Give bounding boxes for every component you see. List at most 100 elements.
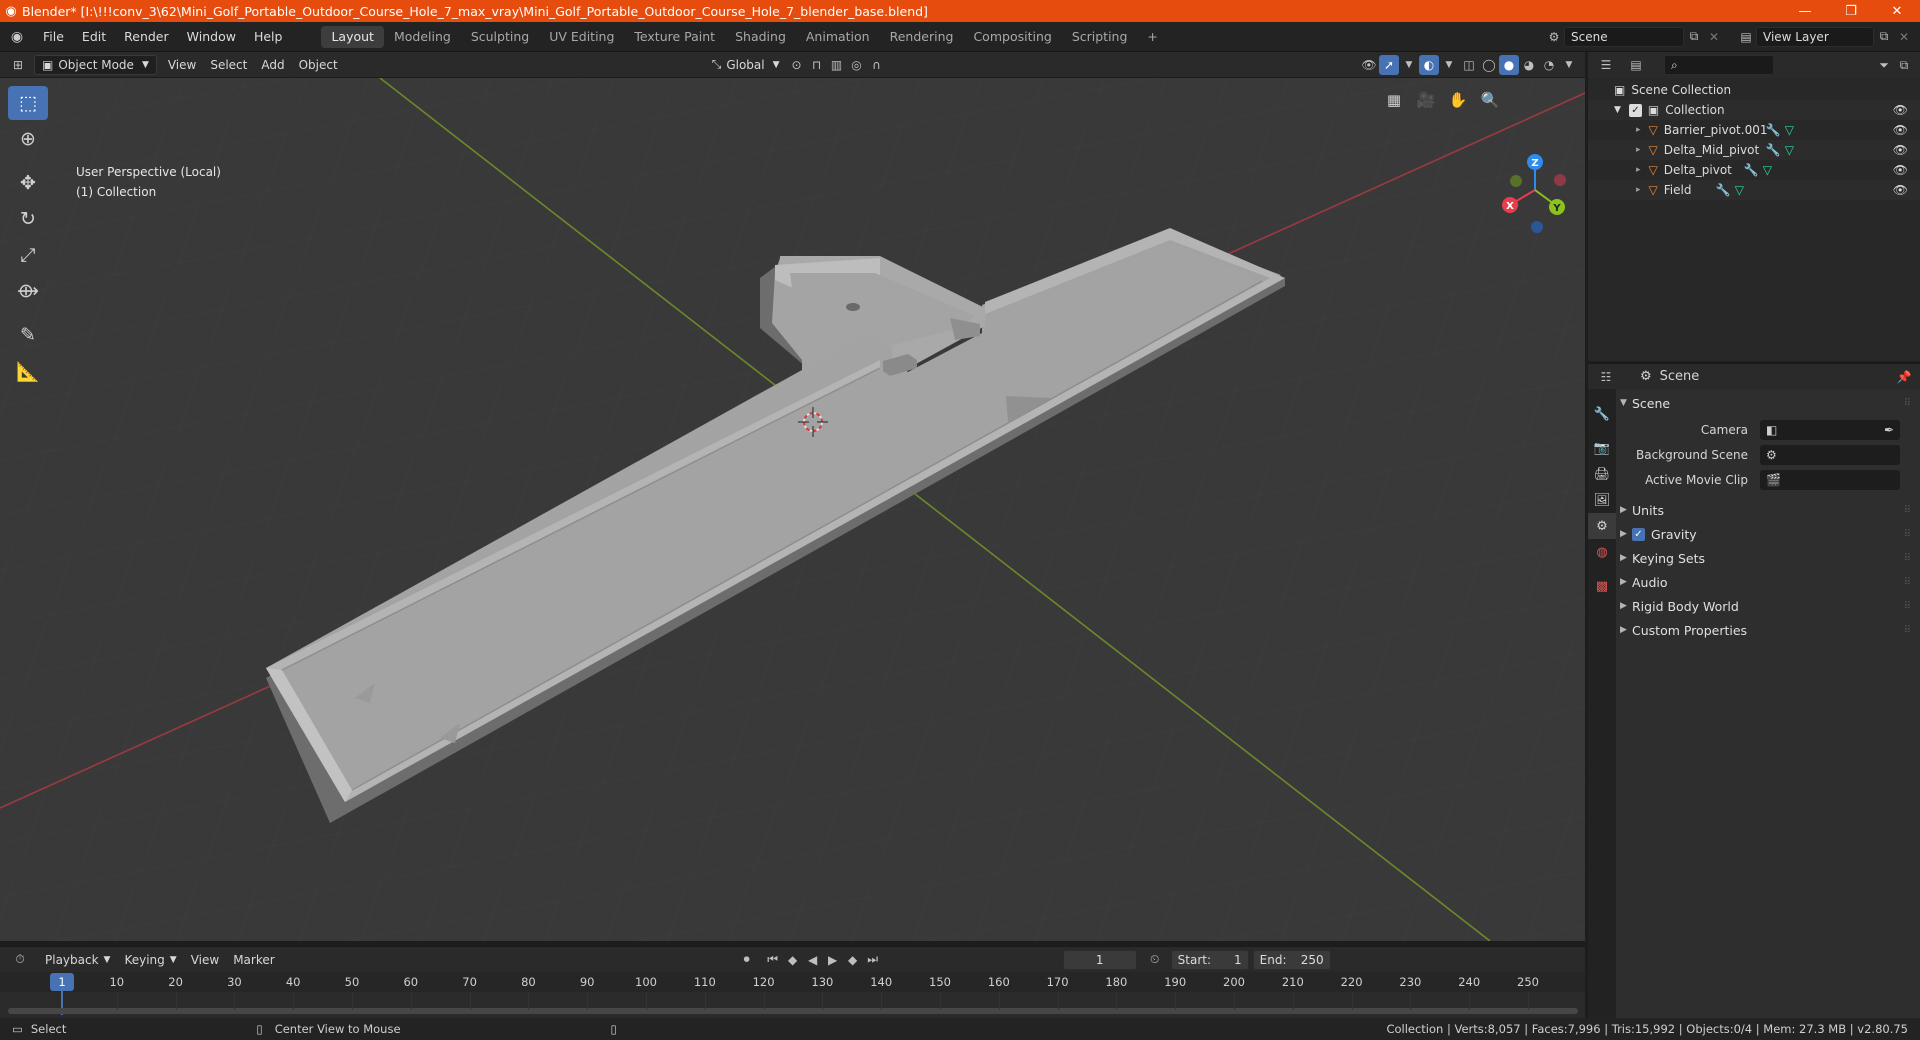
play-icon[interactable]: ▶ <box>823 950 843 970</box>
drag-handle-icon[interactable]: ⠿ <box>1904 553 1911 564</box>
annotate-tool[interactable]: ✎ <box>8 318 48 352</box>
expand-icon[interactable]: ▸ <box>1636 165 1641 175</box>
overlay-toggle-icon[interactable]: ◐ <box>1419 54 1439 75</box>
move-tool[interactable]: ✥ <box>8 166 48 200</box>
gizmo-neg-z[interactable] <box>1531 221 1543 233</box>
viewport-menu-add[interactable]: Add <box>254 55 291 75</box>
gravity-checkbox[interactable]: ✓ <box>1632 527 1645 541</box>
display-mode-icon[interactable]: ▤ <box>1626 55 1646 75</box>
tab-texture-paint[interactable]: Texture Paint <box>624 26 725 48</box>
snap-target-icon[interactable]: ▥ <box>827 55 847 75</box>
menu-window[interactable]: Window <box>178 26 245 48</box>
measure-tool[interactable]: 📐 <box>8 354 48 388</box>
timeline-menu-playback[interactable]: Playback ▼ <box>38 950 117 970</box>
stopwatch-icon[interactable]: ⏲ <box>1145 950 1165 970</box>
tab-animation[interactable]: Animation <box>796 26 880 48</box>
jump-end-icon[interactable]: ⏭ <box>863 950 883 970</box>
viewport-menu-view[interactable]: View <box>161 55 203 75</box>
tab-layout[interactable]: Layout <box>321 25 384 48</box>
rigid-body-panel-header[interactable]: ▶ Rigid Body World ⠿ <box>1620 595 1916 617</box>
collection-checkbox[interactable]: ✓ <box>1628 103 1642 117</box>
jump-start-icon[interactable]: ⏮ <box>763 950 783 970</box>
drag-handle-icon[interactable]: ⠿ <box>1904 505 1911 516</box>
eye-icon[interactable]: 👁 <box>1893 183 1908 197</box>
eye-icon[interactable]: 👁 <box>1893 123 1908 137</box>
scene-tab-icon[interactable]: ⚙ <box>1588 513 1616 539</box>
delete-viewlayer-icon[interactable]: ✕ <box>1894 27 1914 47</box>
expand-icon[interactable]: ▸ <box>1636 125 1641 135</box>
viewport-menu-select[interactable]: Select <box>203 55 254 75</box>
gizmo-dropdown-icon[interactable]: ▼ <box>1399 55 1419 75</box>
timeline-area[interactable]: 10 20 30 40 50 60 70 80 90 100 110 120 130 140 150 160 1… <box>0 972 1585 1018</box>
tab-modeling[interactable]: Modeling <box>384 26 461 48</box>
eye-icon[interactable]: 👁 <box>1893 103 1908 117</box>
playhead[interactable]: 1 <box>50 973 74 991</box>
custom-properties-panel-header[interactable]: ▶ Custom Properties ⠿ <box>1620 619 1916 641</box>
drag-handle-icon[interactable]: ⠿ <box>1904 625 1911 636</box>
timeline-menu-marker[interactable]: Marker <box>226 950 281 970</box>
menu-help[interactable]: Help <box>245 26 292 48</box>
transform-orientation[interactable]: ⤡ Global ▼ <box>705 55 787 75</box>
outliner-collection[interactable]: ▼ ✓ ▣ Collection 👁 <box>1588 100 1920 120</box>
timeline-ruler[interactable]: 10 20 30 40 50 60 70 80 90 100 110 120 130 140 150 160 1… <box>0 972 1585 992</box>
tab-shading[interactable]: Shading <box>725 26 796 48</box>
world-tab-icon[interactable]: ◍ <box>1588 539 1616 565</box>
cursor-tool[interactable]: ⊕ <box>8 122 48 156</box>
gizmo-neg-x[interactable] <box>1554 174 1566 186</box>
background-scene-field[interactable]: ⚙ <box>1760 445 1900 465</box>
eye-icon[interactable]: 👁 <box>1893 163 1908 177</box>
properties-editor-icon[interactable]: ☷ <box>1596 367 1616 387</box>
tab-uv-editing[interactable]: UV Editing <box>539 26 624 48</box>
current-frame-field[interactable]: 1 <box>1062 949 1137 970</box>
filter-icon[interactable]: ⏷ <box>1874 55 1894 75</box>
outliner-search-input[interactable]: ⌕ <box>1664 55 1774 75</box>
new-viewlayer-icon[interactable]: ⧉ <box>1874 27 1894 47</box>
new-collection-icon[interactable]: ⧉ <box>1894 55 1914 75</box>
minimize-button[interactable]: — <box>1782 0 1828 22</box>
render-tab-icon[interactable]: 📷 <box>1588 435 1616 461</box>
transform-tool[interactable]: ⟴ <box>8 274 48 308</box>
timeline-editor-icon[interactable]: ⏱ <box>10 950 30 970</box>
visibility-icon[interactable]: 👁 <box>1359 55 1379 75</box>
start-frame-field[interactable]: Start: 1 <box>1170 949 1249 970</box>
grid-view-icon[interactable]: ▦ <box>1382 88 1406 112</box>
outliner-object[interactable]: ▸ ▽ Delta_Mid_pivot 🔧 ▽ 👁 <box>1588 140 1920 160</box>
shading-solid-icon[interactable]: ● <box>1499 54 1519 75</box>
gizmo-neg-y[interactable] <box>1510 175 1522 187</box>
camera-field[interactable]: ◧ ✒ <box>1760 420 1900 440</box>
gravity-panel-header[interactable]: ▶ ✓ Gravity ⠿ <box>1620 523 1916 545</box>
new-scene-icon[interactable]: ⧉ <box>1684 27 1704 47</box>
scale-tool[interactable]: ⤢ <box>8 238 48 272</box>
outliner-object[interactable]: ▸ ▽ Delta_pivot 🔧 ▽ 👁 <box>1588 160 1920 180</box>
3d-viewport[interactable]: Z X Y User Perspective (Local) (1) Colle… <box>0 78 1585 941</box>
scene-panel-header[interactable]: ▼ Scene ⠿ <box>1620 392 1916 414</box>
zoom-icon[interactable]: 🔍 <box>1478 88 1502 112</box>
overlay-dropdown-icon[interactable]: ▼ <box>1439 55 1459 75</box>
next-keyframe-icon[interactable]: ◆ <box>843 950 863 970</box>
expand-icon[interactable]: ▸ <box>1636 185 1641 195</box>
rotate-tool[interactable]: ↻ <box>8 202 48 236</box>
timeline-menu-view[interactable]: View <box>184 950 226 970</box>
tab-rendering[interactable]: Rendering <box>880 26 964 48</box>
drag-handle-icon[interactable]: ⠿ <box>1904 601 1911 612</box>
menu-render[interactable]: Render <box>115 26 178 48</box>
drag-handle-icon[interactable]: ⠿ <box>1904 577 1911 588</box>
outliner-object[interactable]: ▸ ▽ Field 🔧 ▽ 👁 <box>1588 180 1920 200</box>
units-panel-header[interactable]: ▶ Units ⠿ <box>1620 499 1916 521</box>
shading-wireframe-icon[interactable]: ◯ <box>1479 55 1499 75</box>
delete-scene-icon[interactable]: ✕ <box>1704 27 1724 47</box>
falloff-icon[interactable]: ∩ <box>867 55 887 75</box>
camera-view-icon[interactable]: 🎥 <box>1414 88 1438 112</box>
close-button[interactable]: ✕ <box>1874 0 1920 22</box>
scene-selector[interactable]: Scene <box>1564 26 1684 47</box>
pivot-icon[interactable]: ⊙ <box>787 55 807 75</box>
viewlayer-browse-icon[interactable]: ▤ <box>1736 27 1756 47</box>
outliner-editor-icon[interactable]: ☰ <box>1596 55 1616 75</box>
xray-icon[interactable]: ◫ <box>1459 55 1479 75</box>
pan-hand-icon[interactable]: ✋ <box>1446 88 1470 112</box>
timeline-menu-keying[interactable]: Keying ▼ <box>117 950 183 970</box>
shading-dropdown-icon[interactable]: ▼ <box>1559 55 1579 75</box>
shading-material-icon[interactable]: ◕ <box>1519 55 1539 75</box>
restore-button[interactable]: ❐ <box>1828 0 1874 22</box>
play-reverse-icon[interactable]: ◀ <box>803 950 823 970</box>
